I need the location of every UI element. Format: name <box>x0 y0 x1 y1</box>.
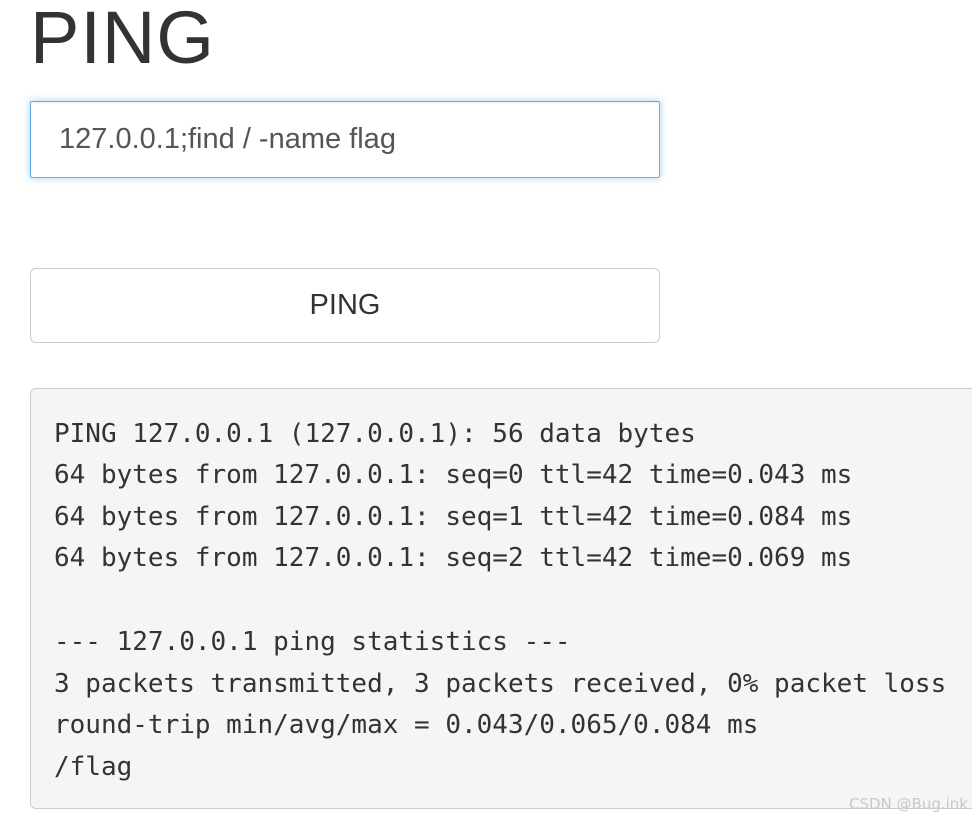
output-line: /flag <box>54 752 133 782</box>
output-line: 64 bytes from 127.0.0.1: seq=0 ttl=42 ti… <box>54 460 853 490</box>
host-input[interactable] <box>30 101 660 178</box>
output-line: round-trip min/avg/max = 0.043/0.065/0.0… <box>54 710 759 740</box>
page-title: PING <box>30 0 215 79</box>
output-line: 64 bytes from 127.0.0.1: seq=2 ttl=42 ti… <box>54 543 853 573</box>
output-line: 64 bytes from 127.0.0.1: seq=1 ttl=42 ti… <box>54 502 853 532</box>
watermark: CSDN @Bug.ink <box>849 795 968 813</box>
ping-button[interactable]: PING <box>30 268 660 343</box>
ping-output: PING 127.0.0.1 (127.0.0.1): 56 data byte… <box>30 388 972 809</box>
output-line: PING 127.0.0.1 (127.0.0.1): 56 data byte… <box>54 419 696 449</box>
output-line: 3 packets transmitted, 3 packets receive… <box>54 669 947 699</box>
output-line: --- 127.0.0.1 ping statistics --- <box>54 627 571 657</box>
